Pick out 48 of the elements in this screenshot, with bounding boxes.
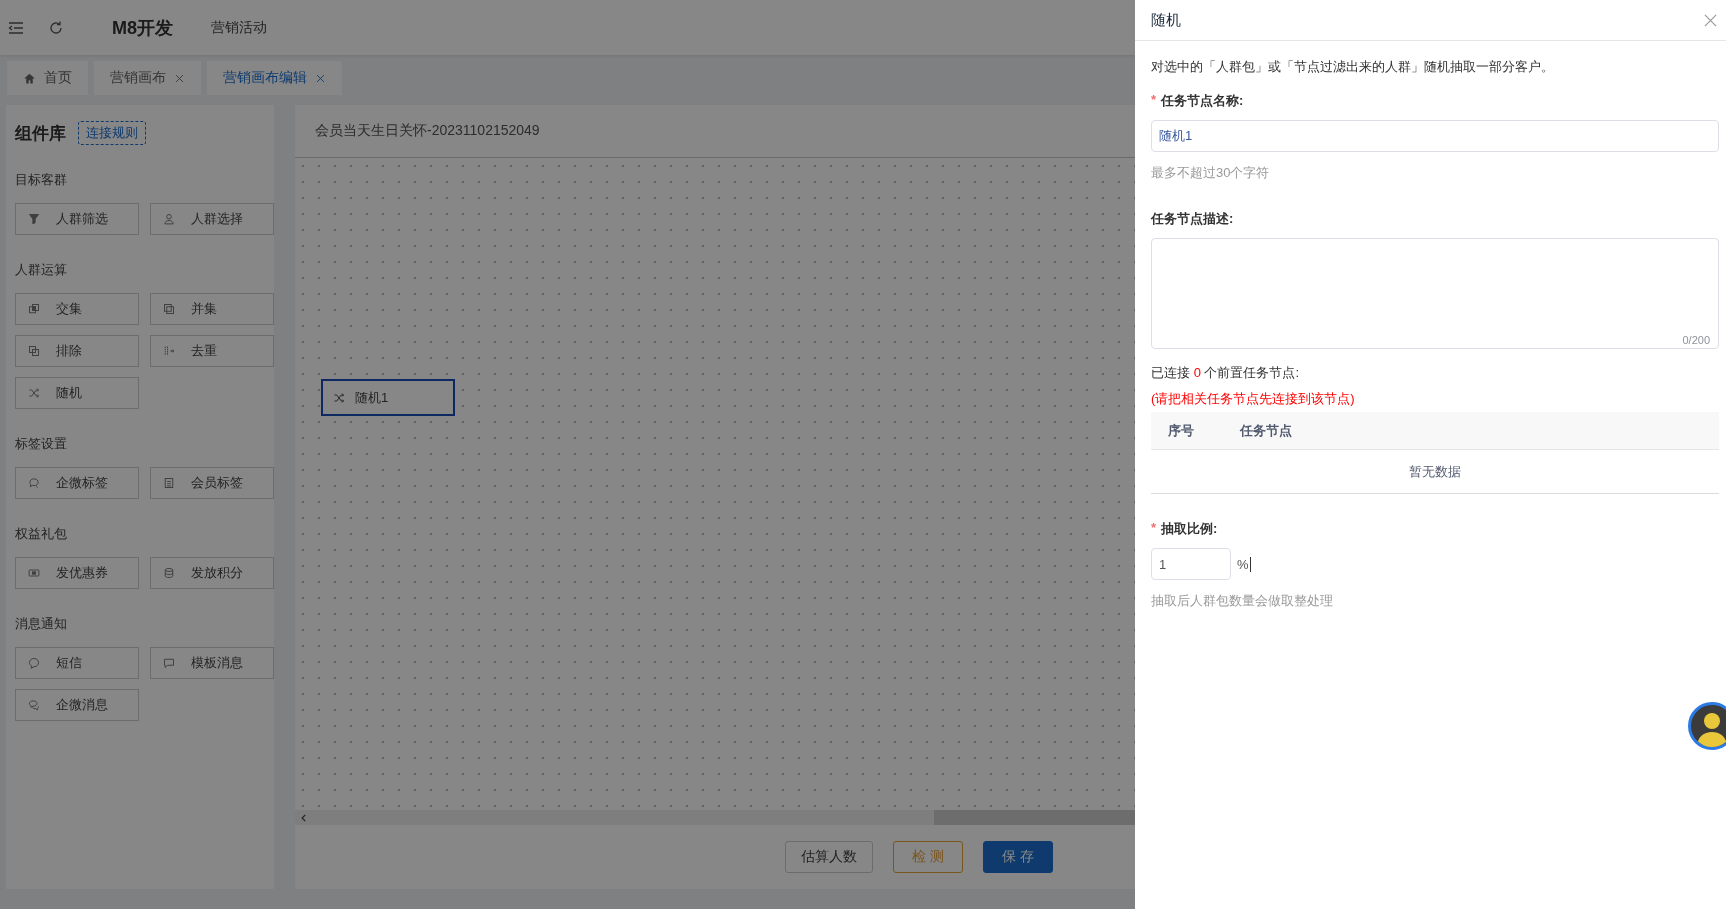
field-label: 任务节点名称: <box>1161 92 1244 110</box>
component-button[interactable]: 企微消息 <box>15 689 139 721</box>
char-counter: 0/200 <box>1682 334 1710 346</box>
warning-text: (请把相关任务节点先连接到该节点) <box>1151 390 1356 408</box>
column-header: 序号 <box>1167 421 1195 440</box>
description-textarea[interactable]: 0/200 <box>1151 238 1719 349</box>
tab[interactable]: 首页 <box>7 61 88 95</box>
hint-text: 最多不超过30个字符 <box>1151 164 1271 182</box>
component-button[interactable]: 随机 <box>15 377 139 409</box>
group-title: 消息通知 <box>15 615 68 633</box>
component-button[interactable]: 人群筛选 <box>15 203 139 235</box>
action-button[interactable]: 估算人数 <box>785 841 873 873</box>
app-title: M8开发 <box>112 16 173 40</box>
component-button[interactable]: 模板消息 <box>150 647 274 679</box>
empty-text: 暂无数据 <box>1409 462 1461 481</box>
field-label: 任务节点描述: <box>1151 210 1234 228</box>
flow-node[interactable]: 随机1 <box>321 379 455 416</box>
group-title: 标签设置 <box>15 435 68 453</box>
component-button[interactable]: 人群选择 <box>150 203 274 235</box>
node-name-input[interactable]: 随机1 <box>1151 120 1719 152</box>
hint-text: 抽取后人群包数量会做取整处理 <box>1151 592 1334 610</box>
tab[interactable]: 营销画布编辑 <box>207 61 342 95</box>
tab[interactable]: 营销画布 <box>94 61 201 95</box>
component-button[interactable]: 发优惠券 <box>15 557 139 589</box>
component-button[interactable]: 排除 <box>15 335 139 367</box>
component-button[interactable]: 企微标签 <box>15 467 139 499</box>
component-button[interactable]: 短信 <box>15 647 139 679</box>
field-label: 抽取比例: <box>1161 520 1218 538</box>
component-button[interactable]: 去重 <box>150 335 274 367</box>
unit-label: % <box>1237 556 1251 572</box>
connected-count-text: 已连接 0 个前置任务节点: <box>1151 364 1301 382</box>
group-title: 权益礼包 <box>15 525 68 543</box>
component-button[interactable]: 会员标签 <box>150 467 274 499</box>
component-button[interactable]: 并集 <box>150 293 274 325</box>
breadcrumb[interactable]: 营销活动 <box>211 18 267 37</box>
column-header: 任务节点 <box>1240 421 1292 440</box>
component-button[interactable]: 发放积分 <box>150 557 274 589</box>
ratio-input[interactable]: 1 <box>1151 548 1231 580</box>
description-text: 对选中的「人群包」或「节点过滤出来的人群」随机抽取一部分客户。 <box>1151 58 1555 76</box>
required-asterisk: * <box>1151 520 1157 537</box>
component-button[interactable]: 交集 <box>15 293 139 325</box>
action-button[interactable]: 保 存 <box>982 841 1053 873</box>
drawer-title: 随机 <box>1151 10 1181 30</box>
group-title: 目标客群 <box>15 171 68 189</box>
panel-title: 组件库 <box>15 122 66 145</box>
required-asterisk: * <box>1151 92 1157 109</box>
group-title: 人群运算 <box>15 261 68 279</box>
rules-link[interactable]: 连接规则 <box>78 121 146 145</box>
